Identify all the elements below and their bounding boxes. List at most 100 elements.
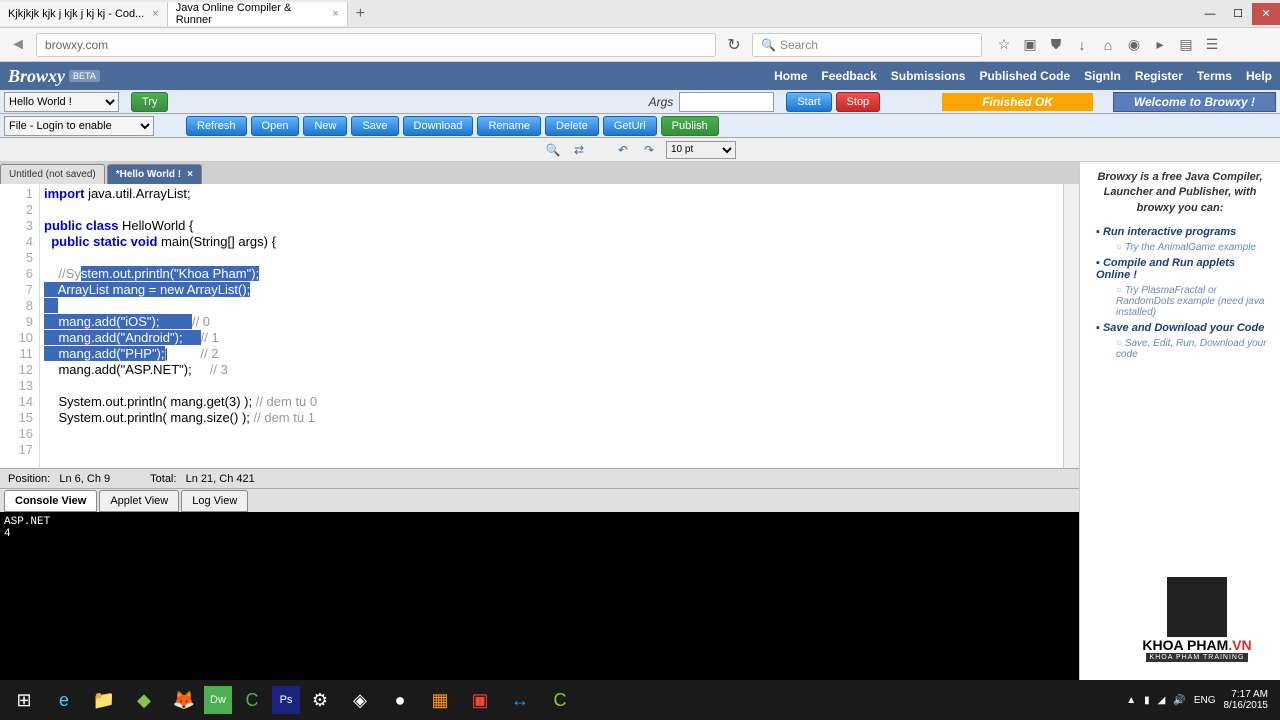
shield-icon[interactable]: ⛊ [1048, 37, 1064, 53]
minimize-button[interactable]: — [1196, 3, 1224, 25]
photoshop-icon[interactable]: Ps [272, 686, 300, 714]
sidebar-item: Compile and Run applets Online ! [1096, 257, 1272, 281]
font-size-select[interactable]: 10 pt [666, 141, 736, 159]
sidebar-item: Run interactive programs [1096, 226, 1272, 238]
wifi-icon[interactable]: ◢ [1158, 695, 1166, 706]
sidebar: Browxy is a free Java Compiler, Launcher… [1080, 162, 1280, 682]
corel-icon[interactable]: C [232, 680, 272, 720]
lang-indicator[interactable]: ENG [1194, 695, 1216, 706]
download-button[interactable]: Download [403, 116, 474, 136]
nav-published[interactable]: Published Code [979, 69, 1070, 83]
search-input[interactable]: 🔍 Search [752, 33, 982, 57]
volume-icon[interactable]: 🔊 [1173, 695, 1185, 706]
file-tab-strip: Untitled (not saved) *Hello World ! × [0, 162, 1079, 184]
find-icon[interactable]: 🔍 [544, 141, 562, 159]
battery-icon[interactable]: ▮ [1144, 695, 1150, 706]
nav-home[interactable]: Home [774, 69, 807, 83]
ie-icon[interactable]: e [44, 680, 84, 720]
beta-badge: BETA [69, 70, 100, 82]
clock[interactable]: 7:17 AM8/16/2015 [1224, 689, 1269, 711]
file-select[interactable]: File - Login to enable [4, 116, 154, 136]
app-icon[interactable]: ● [380, 680, 420, 720]
nav-terms[interactable]: Terms [1197, 69, 1232, 83]
status-badge: Finished OK [942, 93, 1093, 111]
nav-signin[interactable]: SignIn [1084, 69, 1121, 83]
nav-register[interactable]: Register [1135, 69, 1183, 83]
close-icon[interactable]: × [152, 8, 158, 20]
code-area[interactable]: import java.util.ArrayList; public class… [40, 184, 1063, 468]
url-input[interactable]: browxy.com [36, 33, 716, 57]
book-icon[interactable]: ▤ [1178, 37, 1194, 53]
console-tab[interactable]: Applet View [99, 490, 179, 512]
explorer-icon[interactable]: 📁 [84, 680, 124, 720]
scrollbar-vertical[interactable] [1063, 184, 1079, 468]
browser-tab[interactable]: Kjkjkjk kjk j kjk j kj kj - Cod...× [0, 2, 168, 26]
publish-button[interactable]: Publish [661, 116, 719, 136]
download-icon[interactable]: ↓ [1074, 37, 1090, 53]
start-button[interactable]: ⊞ [4, 680, 44, 720]
file-toolbar: File - Login to enable Refresh Open New … [0, 114, 1280, 138]
globe-icon[interactable]: ◉ [1126, 37, 1142, 53]
teamviewer-icon[interactable]: ↔ [500, 680, 540, 720]
undo-icon[interactable]: ↶ [614, 141, 632, 159]
rename-button[interactable]: Rename [477, 116, 541, 136]
maximize-button[interactable]: ☐ [1224, 3, 1252, 25]
nav-help[interactable]: Help [1246, 69, 1272, 83]
pocket-icon[interactable]: ▸ [1152, 37, 1168, 53]
start-button[interactable]: Start [786, 92, 831, 112]
camtasia-icon[interactable]: C [540, 680, 580, 720]
nav-submissions[interactable]: Submissions [891, 69, 966, 83]
unity-icon[interactable]: ◈ [340, 680, 380, 720]
close-icon[interactable]: × [332, 8, 338, 20]
training-logo: KHOA PHAM.VN KHOA PHAM TRAINING [1122, 564, 1272, 674]
nav-feedback[interactable]: Feedback [821, 69, 876, 83]
system-tray[interactable]: ▲ ▮ ◢ 🔊 ENG 7:17 AM8/16/2015 [1126, 689, 1276, 711]
reload-button[interactable]: ↻ [722, 33, 746, 57]
sidebar-subitem[interactable]: Try the AnimalGame example [1116, 242, 1272, 253]
redo-icon[interactable]: ↷ [640, 141, 658, 159]
file-tab[interactable]: *Hello World ! × [107, 164, 202, 184]
app-icon[interactable]: ▣ [460, 680, 500, 720]
new-button[interactable]: New [303, 116, 347, 136]
args-label: Args [649, 95, 674, 109]
star-icon[interactable]: ☆ [996, 37, 1012, 53]
delete-button[interactable]: Delete [545, 116, 599, 136]
code-editor[interactable]: 1234567891011121314151617 import java.ut… [0, 184, 1079, 468]
replace-icon[interactable]: ⇄ [570, 141, 588, 159]
console-tab[interactable]: Log View [181, 490, 248, 512]
try-button[interactable]: Try [131, 92, 168, 112]
file-tab[interactable]: Untitled (not saved) [0, 164, 105, 184]
firefox-icon[interactable]: 🦊 [164, 680, 204, 720]
sublime-icon[interactable]: ▦ [420, 680, 460, 720]
browser-tab-strip: Kjkjkjk kjk j kjk j kj kj - Cod...× Java… [0, 0, 1280, 28]
console-tab-strip: Console View Applet View Log View [0, 488, 1079, 512]
args-input[interactable] [679, 92, 774, 112]
save-button[interactable]: Save [351, 116, 398, 136]
menu-icon[interactable]: ☰ [1204, 37, 1220, 53]
console-tab[interactable]: Console View [4, 490, 97, 512]
address-bar: ◄ browxy.com ↻ 🔍 Search ☆ ▣ ⛊ ↓ ⌂ ◉ ▸ ▤ … [0, 28, 1280, 62]
program-select[interactable]: Hello World ! [4, 92, 119, 112]
welcome-banner: Welcome to Browxy ! [1113, 92, 1276, 112]
back-button[interactable]: ◄ [6, 33, 30, 57]
new-tab-button[interactable]: + [348, 5, 373, 23]
console-output: ASP.NET 4 [0, 512, 1079, 682]
browser-tab[interactable]: Java Online Compiler & Runner× [168, 2, 348, 26]
open-button[interactable]: Open [251, 116, 300, 136]
sidebar-intro: Browxy is a free Java Compiler, Launcher… [1088, 170, 1272, 216]
stop-button[interactable]: Stop [836, 92, 881, 112]
close-button[interactable]: ✕ [1252, 3, 1280, 25]
sidebar-subitem[interactable]: Save, Edit, Run, Download your code [1116, 338, 1272, 360]
sidebar-item: Save and Download your Code [1096, 322, 1272, 334]
dreamweaver-icon[interactable]: Dw [204, 686, 232, 714]
close-icon[interactable]: × [187, 169, 193, 180]
steam-icon[interactable]: ⚙ [300, 680, 340, 720]
home-icon[interactable]: ⌂ [1100, 37, 1116, 53]
sidebar-subitem[interactable]: Try PlasmaFractal or RandomDots example … [1116, 285, 1272, 318]
clipboard-icon[interactable]: ▣ [1022, 37, 1038, 53]
tray-expand-icon[interactable]: ▲ [1126, 695, 1136, 706]
android-icon[interactable]: ◆ [124, 680, 164, 720]
refresh-button[interactable]: Refresh [186, 116, 247, 136]
taskbar: ⊞ e 📁 ◆ 🦊 Dw C Ps ⚙ ◈ ● ▦ ▣ ↔ C ▲ ▮ ◢ 🔊 … [0, 680, 1280, 720]
geturl-button[interactable]: GetUrl [603, 116, 657, 136]
